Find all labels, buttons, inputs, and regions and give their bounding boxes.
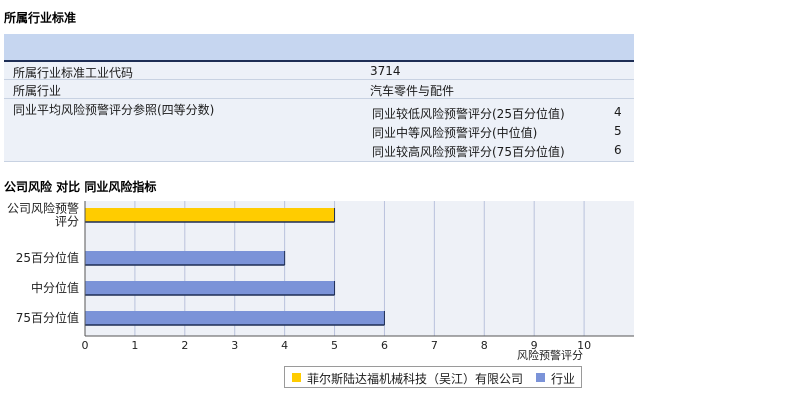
x-tick-label: 8 xyxy=(481,339,488,352)
y-category-label: 中分位值 xyxy=(31,280,79,295)
y-category-label: 75百分位值 xyxy=(16,310,79,325)
y-axis-labels: 公司风险预警评分 25百分位值中分位值 75百分位值 xyxy=(7,201,79,326)
bar-industry-3 xyxy=(85,311,385,325)
x-axis-title: 风险预警评分 xyxy=(517,348,583,362)
legend-swatch-industry xyxy=(536,373,545,382)
legend-label-industry: 行业 xyxy=(551,372,576,386)
y-category-label: 评分 xyxy=(55,215,79,229)
bar-industry-2 xyxy=(85,281,335,295)
bar-industry-1 xyxy=(85,251,285,265)
legend-swatch-company xyxy=(292,373,301,382)
x-tick-label: 6 xyxy=(381,339,388,352)
x-tick-label: 3 xyxy=(231,339,238,352)
bar-company xyxy=(85,208,335,222)
y-category-label: 25百分位值 xyxy=(16,250,79,265)
legend-label-company: 菲尔斯陆达福机械科技（吴江）有限公司 xyxy=(307,372,524,386)
x-tick-label: 1 xyxy=(131,339,138,352)
chart-legend: 菲尔斯陆达福机械科技（吴江）有限公司 行业 xyxy=(284,366,582,388)
x-axis-ticks: 0 1 2 3 4 5 6 7 8 9 10 xyxy=(82,339,592,352)
x-tick-label: 7 xyxy=(431,339,438,352)
y-category-label: 公司风险预警 xyxy=(7,201,79,216)
x-tick-label: 2 xyxy=(181,339,188,352)
risk-comparison-chart: 公司风险预警评分25百分位值中分位值75百分位值 0 1 2 3 4 5 6 7 8 9 10 风险… xyxy=(7,201,634,362)
x-tick-label: 5 xyxy=(331,339,338,352)
x-tick-label: 4 xyxy=(281,339,288,352)
x-tick-label: 0 xyxy=(82,339,89,352)
